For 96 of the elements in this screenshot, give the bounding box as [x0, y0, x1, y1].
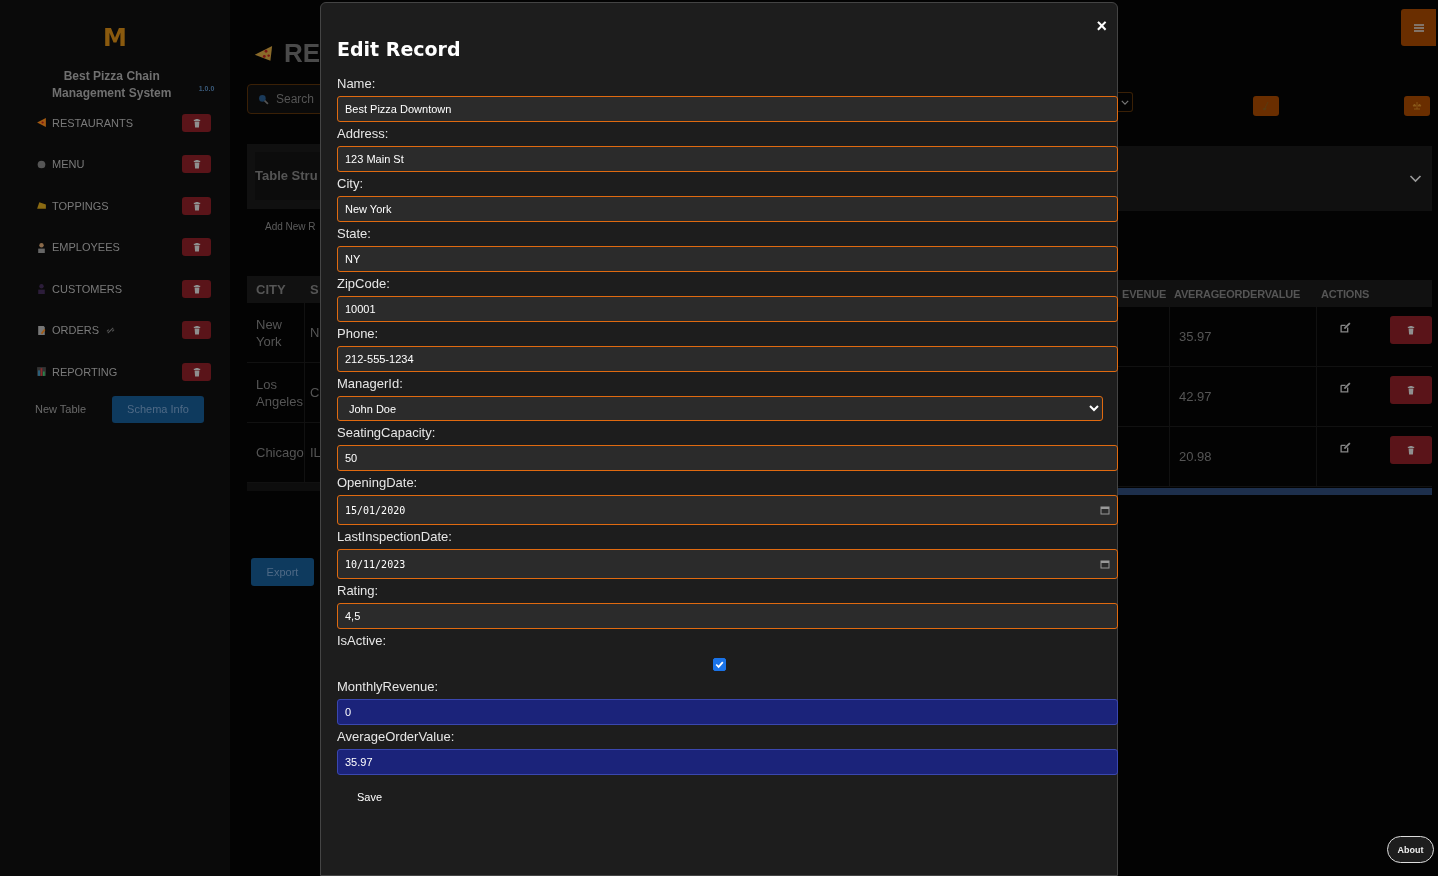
field-label: IsActive: — [337, 633, 388, 649]
delete-button[interactable] — [182, 362, 211, 381]
menu-icon — [1413, 23, 1424, 32]
sidebar-item[interactable]: CUSTOMERS — [36, 282, 123, 295]
logo: M — [102, 24, 128, 52]
pizza-icon — [253, 43, 274, 63]
column-header: CITY — [255, 281, 287, 298]
chart-icon — [36, 366, 47, 378]
calendar-icon — [1100, 559, 1110, 569]
search-field[interactable]: Search — [276, 92, 320, 106]
page-title: RE — [283, 37, 320, 69]
edit-icon — [1340, 442, 1351, 453]
delete-button[interactable] — [182, 155, 211, 174]
edit-icon — [1340, 322, 1351, 333]
column-header: EVENUE — [1121, 287, 1168, 300]
table-cell: 20.98 — [1170, 427, 1317, 486]
delete-button[interactable] — [1390, 376, 1432, 404]
trash-icon — [192, 283, 201, 294]
input-field[interactable]: 10001 — [337, 296, 1118, 322]
table-cell: Chicago — [247, 423, 305, 482]
cheese-icon — [36, 200, 47, 212]
column-header: S — [309, 282, 320, 297]
person-icon — [36, 283, 47, 295]
field-label: MonthlyRevenue: — [337, 679, 440, 695]
input-field[interactable]: 4,5 — [337, 603, 1118, 629]
app-title: Best Pizza Chain Management System — [51, 68, 173, 102]
trash-icon — [192, 325, 201, 336]
sidebar-item[interactable]: RESTAURANTS — [36, 116, 134, 129]
field-label: City: — [337, 176, 364, 192]
field-label: State: — [337, 226, 372, 242]
trash-icon — [192, 117, 201, 128]
trash-icon — [1407, 445, 1415, 455]
field-label: Rating: — [337, 583, 380, 599]
search-icon — [258, 93, 269, 105]
input-field[interactable]: New York — [337, 196, 1118, 222]
input-field[interactable]: Best Pizza Downtown — [337, 96, 1118, 122]
date-field[interactable]: 15/01/2020 — [337, 495, 1118, 525]
calendar-icon — [1100, 505, 1110, 515]
delete-button[interactable] — [1390, 436, 1432, 464]
delete-button[interactable] — [1390, 316, 1432, 344]
trash-icon — [192, 200, 201, 211]
table-cell: Los Angeles — [247, 363, 305, 422]
field-label: LastInspectionDate: — [337, 529, 453, 545]
field-label: AverageOrderValue: — [337, 729, 456, 745]
field-label: Phone: — [337, 326, 380, 342]
save-button[interactable]: Save — [357, 791, 383, 803]
field-label: ZipCode: — [337, 276, 391, 292]
edit-icon — [1340, 382, 1351, 393]
chevron-icon — [1121, 99, 1129, 105]
delete-button[interactable] — [182, 321, 211, 340]
chevron-icon — [1409, 174, 1422, 183]
about-button[interactable]: About — [1387, 836, 1434, 863]
scale-icon — [1412, 101, 1422, 111]
dialog-title: Edit Record — [337, 37, 462, 61]
field-label: SeatingCapacity: — [337, 425, 437, 441]
column-header: AVERAGEORDERVALUE — [1173, 287, 1302, 300]
delete-button[interactable] — [182, 279, 211, 298]
table-cell: 42.97 — [1170, 367, 1317, 426]
scrollbar[interactable] — [1118, 488, 1432, 495]
sidebar-item[interactable]: ORDERS — [36, 324, 116, 337]
document-icon — [36, 324, 47, 336]
input-field[interactable]: 212-555-1234 — [337, 346, 1118, 372]
delete-button[interactable] — [182, 113, 211, 132]
person-icon — [36, 241, 47, 253]
table-cell: 35.97 — [1170, 307, 1317, 366]
select-field[interactable]: John Doe — [337, 396, 1103, 421]
field-label: Address: — [337, 126, 390, 142]
field-label: OpeningDate: — [337, 475, 419, 491]
table-cell: New York — [247, 303, 305, 362]
sidebar-item[interactable]: EMPLOYEES — [36, 241, 120, 254]
input-field[interactable]: 50 — [337, 445, 1118, 471]
trash-icon — [192, 159, 201, 170]
delete-button[interactable] — [182, 238, 211, 257]
trash-icon — [1407, 325, 1415, 335]
input-field[interactable]: 123 Main St — [337, 146, 1118, 172]
trash-icon — [192, 366, 201, 377]
new-table-link[interactable]: New Table — [35, 403, 87, 415]
link-icon — [106, 325, 116, 335]
checkbox[interactable] — [712, 657, 726, 671]
input-field[interactable]: 0 — [337, 699, 1118, 725]
field-label: ManagerId: — [337, 376, 404, 392]
date-field[interactable]: 10/11/2023 — [337, 549, 1118, 579]
sidebar-item[interactable]: TOPPINGS — [36, 199, 109, 212]
trash-icon — [1407, 385, 1415, 395]
sidebar-item[interactable]: MENU — [36, 158, 85, 171]
plate-icon — [36, 158, 47, 170]
field-label: Name: — [337, 76, 377, 92]
input-field[interactable]: 35.97 — [337, 749, 1118, 775]
delete-button[interactable] — [182, 196, 211, 215]
scrollbar[interactable] — [247, 483, 320, 491]
close-button[interactable]: × — [1094, 17, 1109, 35]
column-header: ACTIONS — [1320, 287, 1371, 300]
trash-icon — [192, 242, 201, 253]
sidebar-item[interactable]: REPORTING — [36, 365, 118, 378]
input-field[interactable]: NY — [337, 246, 1118, 272]
pizza-icon — [36, 117, 47, 129]
